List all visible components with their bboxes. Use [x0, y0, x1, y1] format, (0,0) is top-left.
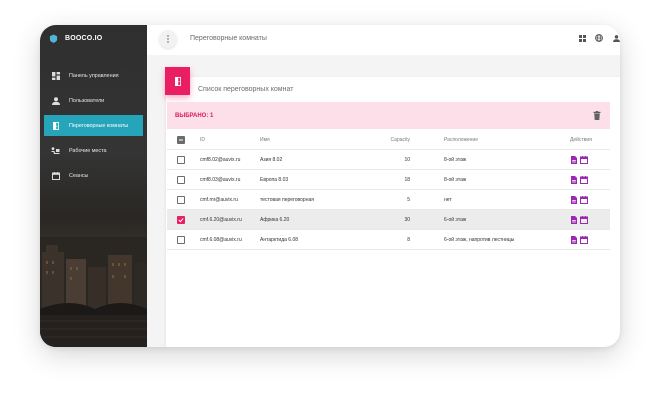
room-location: 8-ой этаж — [444, 157, 467, 163]
room-name: Азия 8.02 — [260, 157, 283, 163]
sidebar-item-workplaces[interactable]: Рабочие места — [44, 140, 143, 161]
column-header-location[interactable]: Расположение — [444, 130, 478, 150]
user-icon — [51, 96, 60, 105]
room-capacity: 10 — [404, 157, 410, 163]
room-id: cmf8.03@auvix.ru — [200, 177, 241, 183]
row-checkbox[interactable] — [177, 216, 185, 224]
room-id: cmf.6.08@auvix.ru — [200, 237, 242, 243]
room-name: Африка 6.20 — [260, 217, 290, 223]
top-icons — [578, 34, 620, 42]
dashboard-icon — [51, 71, 60, 80]
room-id: cmf8.02@auvix.ru — [200, 157, 241, 163]
row-actions — [570, 170, 588, 190]
delete-icon[interactable] — [593, 111, 601, 120]
sidebar-item-users[interactable]: Пользователи — [44, 90, 143, 111]
workplace-icon — [51, 146, 60, 155]
edit-document-icon[interactable] — [570, 156, 578, 164]
table-header: ID Имя Capacity Расположение Действия — [167, 130, 610, 150]
column-header-name[interactable]: Имя — [260, 130, 270, 150]
app-title: BOOCO.IO — [65, 35, 103, 42]
room-capacity: 30 — [404, 217, 410, 223]
edit-document-icon[interactable] — [570, 176, 578, 184]
top-bar: Переговорные комнаты — [147, 25, 620, 55]
calendar-icon[interactable] — [580, 216, 588, 224]
column-header-actions: Действия — [570, 137, 592, 143]
room-capacity: 8 — [407, 237, 410, 243]
table-row[interactable]: cmf.mr@auvix.ru тестовая переговорная 5 … — [167, 190, 610, 210]
table-row[interactable]: cmf8.02@auvix.ru Азия 8.02 10 8-ой этаж — [167, 150, 610, 170]
column-header-id[interactable]: ID — [200, 130, 205, 150]
brand[interactable]: BOOCO.IO — [49, 34, 102, 43]
logo-icon — [49, 34, 58, 43]
sidebar-item-label: Сеансы — [69, 172, 89, 179]
table-row[interactable]: cmf.6.08@auvix.ru Антарктида 6.08 8 6-ой… — [167, 230, 610, 250]
room-location: 6-ой этаж, напротив лестницы — [444, 237, 515, 243]
table-row[interactable]: cmf8.03@auvix.ru Европа 8.03 18 8-ой эта… — [167, 170, 610, 190]
edit-document-icon[interactable] — [570, 236, 578, 244]
sidebar-item-label: Панель управления — [69, 72, 119, 79]
room-location: 6-ой этаж — [444, 217, 467, 223]
row-checkbox[interactable] — [177, 176, 185, 184]
sidebar-item-label: Пользователи — [69, 97, 105, 104]
table-row-selected[interactable]: cmf.6.20@auvix.ru Африка 6.20 30 6-ой эт… — [167, 210, 610, 230]
room-location: 8-ой этаж — [444, 177, 467, 183]
sidebar-item-label: Рабочие места — [69, 147, 107, 154]
calendar-icon[interactable] — [580, 196, 588, 204]
row-actions — [570, 190, 588, 210]
calendar-icon[interactable] — [580, 156, 588, 164]
row-checkbox[interactable] — [177, 196, 185, 204]
more-menu-button[interactable] — [159, 30, 177, 48]
room-name: Антарктида 6.08 — [260, 237, 299, 243]
check-icon — [178, 218, 184, 223]
selected-count: ВЫБРАНО: 1 — [175, 112, 214, 119]
app-window: BOOCO.IO Панель управления Пользователи … — [40, 25, 620, 347]
page-title: Переговорные комнаты — [190, 35, 267, 42]
meeting-rooms-card: Список переговорных комнат ВЫБРАНО: 1 ID… — [165, 67, 620, 347]
meeting-room-icon — [174, 76, 181, 86]
sidebar-nav: Панель управления Пользователи Переговор… — [44, 65, 143, 190]
account-icon[interactable] — [612, 34, 620, 42]
select-all-checkbox[interactable] — [177, 136, 185, 144]
selection-toolbar: ВЫБРАНО: 1 — [167, 102, 610, 129]
row-actions — [570, 210, 588, 230]
edit-document-icon[interactable] — [570, 196, 578, 204]
edit-document-icon[interactable] — [570, 216, 578, 224]
card-title: Список переговорных комнат — [198, 86, 294, 93]
sidebar-item-sessions[interactable]: Сеансы — [44, 165, 143, 186]
room-id: cmf.6.20@auvix.ru — [200, 217, 242, 223]
column-header-capacity[interactable]: Capacity — [360, 130, 410, 150]
sidebar-item-label: Переговорные комнаты — [69, 122, 129, 129]
room-capacity: 18 — [404, 177, 410, 183]
calendar-icon — [51, 171, 60, 180]
sidebar-item-dashboard[interactable]: Панель управления — [44, 65, 143, 86]
room-capacity: 5 — [407, 197, 410, 203]
row-checkbox[interactable] — [177, 156, 185, 164]
meeting-rooms-table: ID Имя Capacity Расположение Действия cm… — [167, 130, 610, 250]
row-checkbox[interactable] — [177, 236, 185, 244]
row-actions — [570, 230, 588, 250]
more-vertical-icon — [167, 35, 169, 43]
calendar-icon[interactable] — [580, 176, 588, 184]
room-location: нет — [444, 197, 452, 203]
sidebar-item-meeting-rooms[interactable]: Переговорные комнаты — [44, 115, 143, 136]
sidebar: BOOCO.IO Панель управления Пользователи … — [40, 25, 147, 347]
room-name: тестовая переговорная — [260, 197, 314, 203]
room-id: cmf.mr@auvix.ru — [200, 197, 238, 203]
city-background-image — [40, 237, 147, 347]
globe-icon[interactable] — [595, 34, 603, 42]
meeting-room-icon — [51, 121, 60, 130]
room-name: Европа 8.03 — [260, 177, 289, 183]
apps-icon[interactable] — [578, 34, 586, 42]
card-header-icon — [165, 67, 190, 95]
calendar-icon[interactable] — [580, 236, 588, 244]
minus-icon — [179, 139, 183, 141]
row-actions — [570, 150, 588, 170]
